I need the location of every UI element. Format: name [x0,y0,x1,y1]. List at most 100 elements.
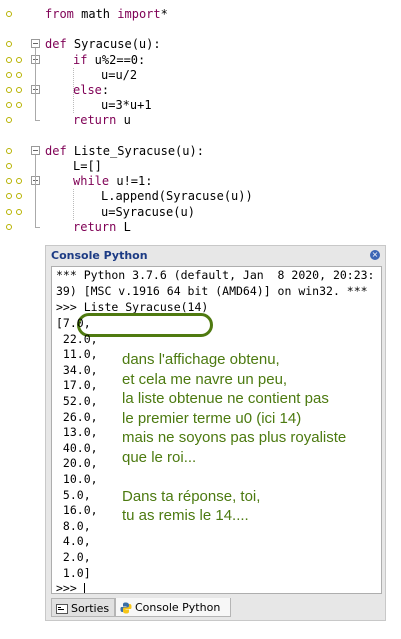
code-text: else: [73,83,109,98]
keyword: def [45,37,67,52]
code-line[interactable]: u=Syracuse(u) [0,205,401,220]
breakpoint-marker-icon[interactable] [16,71,22,78]
code-text: return u [73,113,131,128]
code-fragment: u=3*u+1 [101,98,152,113]
code-line[interactable]: L=[] [0,159,401,174]
keyword: from [45,7,74,21]
code-text: u=3*u+1 [101,98,152,113]
result-line: 5.0, [56,487,91,502]
result-line: 4.0, [56,534,91,549]
breakpoint-marker-icon[interactable] [6,11,12,17]
fold-line [35,48,36,121]
console-prompt[interactable]: >>> [56,581,85,593]
annotation-text: la liste obtenue ne contient pas [122,390,329,407]
code-text: L=[] [73,159,102,174]
breakpoint-marker-icon[interactable] [6,102,12,109]
breakpoint-marker-icon[interactable] [16,87,22,93]
python-console-panel: Console Python × *** Python 3.7.6 (defau… [45,245,386,621]
annotation-text: et cela me navre un peu, [122,370,288,388]
result-line: 20.0, [56,456,98,471]
code-line[interactable]: else: [0,83,401,98]
code-fragment: u=Syracuse(u) [101,204,195,219]
code-text: if u%2==0: [73,53,145,68]
code-fragment: u!=1: [109,174,153,189]
result-line: [7.0, [56,316,91,330]
code-fragment: Liste_Syracuse(u): [66,143,204,158]
keyword: while [73,174,110,189]
code-line[interactable] [0,129,401,144]
console-tabs: Sorties Console Python [51,598,382,618]
code-line[interactable] [0,22,401,37]
python-icon [120,602,132,614]
code-fragment: L [116,219,131,234]
code-fragment: math [73,7,118,21]
breakpoint-marker-icon[interactable] [6,223,12,230]
breakpoint-marker-icon[interactable] [6,208,12,215]
code-text: from math import* [45,7,168,22]
breakpoint-marker-icon[interactable] [6,147,12,154]
tab-console-python[interactable]: Console Python [115,598,231,617]
code-line[interactable]: u=u/2 [0,68,401,83]
result-line: 10.0, [56,472,98,486]
code-line[interactable]: from math import* [0,7,401,22]
breakpoint-marker-icon[interactable] [6,117,12,124]
tab-sorties[interactable]: Sorties [51,598,115,617]
breakpoint-marker-icon[interactable] [6,193,12,200]
breakpoint-marker-icon[interactable] [6,41,12,48]
breakpoint-marker-icon[interactable] [16,102,22,109]
code-line[interactable]: if u%2==0: [0,53,401,68]
result-line: 1.0] [56,565,91,580]
console-title: Console Python [51,249,148,262]
code-fragment: Syracuse(u): [66,37,161,52]
fold-toggle-icon[interactable] [31,145,40,155]
tab-label: Console Python [135,601,221,614]
result-line: 2.0, [56,550,91,564]
fold-end [35,120,40,122]
console-output[interactable]: *** Python 3.7.6 (default, Jan 8 2020, 2… [51,266,382,594]
code-fragment: L.append(Syracuse(u)) [101,189,253,204]
annotation-text: tu as remis le 14.... [122,507,249,524]
keyword: return [73,113,117,128]
breakpoint-marker-icon[interactable] [6,87,12,93]
fold-toggle-icon[interactable] [31,39,40,49]
close-icon[interactable]: × [370,250,380,260]
annotation-text: dans l'affichage obtenu, [122,351,280,368]
code-text: def Liste_Syracuse(u): [45,144,204,159]
code-editor[interactable]: from math import* def Syracuse(u): if u%2=… [0,0,401,240]
keyword: if [73,52,88,67]
breakpoint-marker-icon[interactable] [6,163,12,169]
code-line[interactable]: u=3*u+1 [0,98,401,113]
tab-label: Sorties [71,602,110,615]
result-line: 11.0, [56,347,98,362]
breakpoint-marker-icon[interactable] [6,178,12,185]
code-line[interactable]: return L [0,220,401,235]
code-line[interactable]: return u [0,113,401,128]
annotation-text: que le roi... [122,448,197,466]
breakpoint-marker-icon[interactable] [16,208,22,215]
keyword: else [73,83,102,97]
result-line: 26.0, [56,409,98,424]
code-fragment: u=u/2 [101,67,138,82]
console-banner-line: *** Python 3.7.6 (default, Jan 8 2020, 2… [56,268,375,282]
code-text: u=u/2 [101,68,137,83]
code-line[interactable]: while u!=1: [0,174,401,189]
result-line: 16.0, [56,503,98,518]
breakpoint-marker-icon[interactable] [16,193,22,200]
code-text: while u!=1: [73,174,152,189]
code-line[interactable]: def Liste_Syracuse(u): [0,144,401,159]
code-fragment: * [160,7,168,21]
code-line[interactable]: def Syracuse(u): [0,37,401,52]
code-text: L.append(Syracuse(u)) [101,189,253,204]
result-line: 8.0, [56,518,91,533]
result-line: 22.0, [56,331,98,346]
breakpoint-marker-icon[interactable] [16,178,22,185]
breakpoint-marker-icon[interactable] [6,71,12,78]
breakpoint-marker-icon[interactable] [16,56,22,63]
result-line: 17.0, [56,378,98,393]
code-fragment: L=[] [73,159,102,173]
code-line[interactable]: L.append(Syracuse(u)) [0,189,401,204]
annotation-text: le premier terme u0 (ici 14) [122,409,302,427]
code-text: return L [73,220,131,235]
breakpoint-marker-icon[interactable] [6,56,12,63]
result-line: 40.0, [56,440,98,455]
